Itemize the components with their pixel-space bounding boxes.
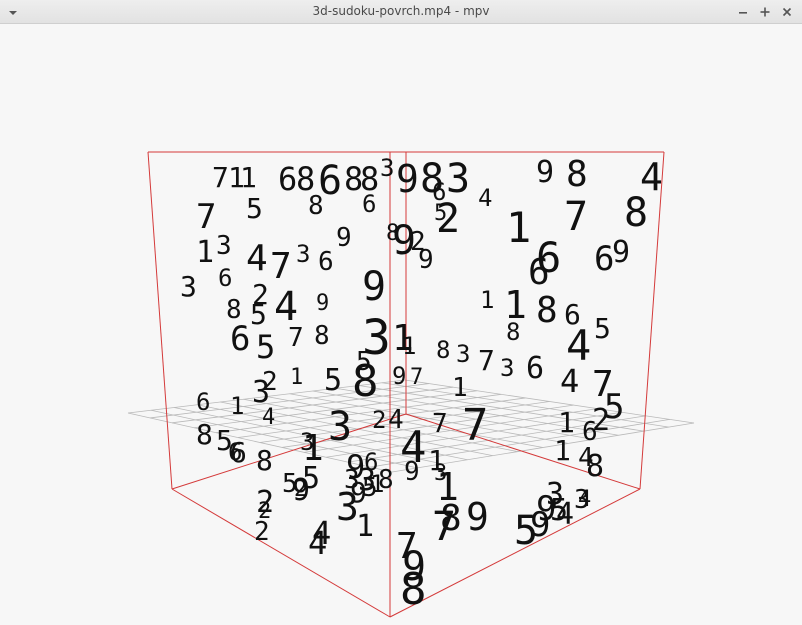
sudoku-digit: 8: [536, 290, 558, 331]
sudoku-digit: 3: [300, 428, 314, 456]
sudoku-digit: 6: [230, 319, 250, 359]
sudoku-digit: 3: [296, 240, 310, 268]
window-titlebar: 3d-sudoku-povrch.mp4 - mpv: [0, 0, 802, 24]
sudoku-digit: 5: [246, 192, 263, 225]
sudoku-digit: 4: [578, 487, 591, 512]
close-icon[interactable]: [779, 4, 795, 20]
sudoku-digit: 8: [256, 444, 273, 477]
sudoku-digit: 2: [294, 477, 307, 502]
sudoku-digit: 8: [436, 336, 450, 364]
sudoku-digit: 2: [254, 517, 270, 547]
sudoku-digit: 1: [506, 203, 531, 252]
cube-frame-edge: [147, 151, 173, 490]
sudoku-digit: 8: [506, 318, 520, 346]
sudoku-digit: 1: [554, 434, 571, 467]
sudoku-digit: 7: [432, 409, 448, 439]
sudoku-digit: 6: [526, 351, 544, 386]
sudoku-digit: 2: [436, 196, 460, 242]
sudoku-digit: 4: [560, 362, 579, 400]
sudoku-digit: 6: [278, 160, 297, 198]
sudoku-digit: 1: [402, 332, 416, 360]
sudoku-digit: 9: [418, 245, 434, 275]
sudoku-digit: 3: [328, 404, 352, 450]
sudoku-digit: 4: [578, 443, 594, 473]
sudoku-digit: 9: [466, 495, 489, 539]
sudoku-digit: 8: [352, 356, 379, 407]
sudoku-digit: 3: [456, 340, 470, 368]
sudoku-digit: 1: [452, 373, 468, 403]
sudoku-digit: 1: [196, 235, 214, 270]
sudoku-digit: 6: [228, 438, 242, 466]
sudoku-digit: 4: [478, 184, 492, 212]
sudoku-digit: 8: [624, 190, 648, 236]
sudoku-digit: 6: [196, 388, 210, 416]
sudoku-digit: 7: [462, 400, 489, 451]
sudoku-digit: 8: [196, 418, 213, 451]
sudoku-digit: 5: [594, 312, 611, 345]
sudoku-digit: 6: [528, 252, 550, 293]
sudoku-digit: 1: [480, 286, 494, 314]
sudoku-digit: 9: [362, 264, 386, 310]
sudoku-digit: 9: [404, 457, 420, 487]
window-title: 3d-sudoku-povrch.mp4 - mpv: [312, 4, 490, 18]
sudoku-digit: 7: [288, 323, 304, 353]
sudoku-digit: 4: [308, 524, 327, 562]
sudoku-digit: 7: [478, 344, 495, 377]
sudoku-digit: 3: [216, 231, 232, 261]
sudoku-digit: 9: [612, 235, 630, 270]
sudoku-digit: 9: [392, 362, 406, 390]
sudoku-digit: 5: [324, 363, 342, 398]
sudoku-digit: 8: [400, 564, 427, 615]
sudoku-digit: 7: [196, 197, 216, 237]
sudoku-digit: 1: [240, 161, 257, 194]
sudoku-digit: 1: [230, 392, 244, 420]
sudoku-digit: 9: [536, 489, 556, 529]
sudoku-digit: 5: [250, 298, 267, 331]
video-viewport[interactable]: 7116868839839847586652417898929613473666…: [0, 24, 802, 625]
sudoku-digit: 9: [536, 155, 554, 190]
sudoku-cube-scene: 7 11 68 6 88 3 9 8 3 9 8 47 5 8 6 652 41 7 89 8929 61 3 4 7 3 6 6 6…: [127, 151, 695, 618]
sudoku-digit: 3: [180, 270, 197, 303]
sudoku-digit: 4: [556, 497, 574, 532]
sudoku-digit: 3: [500, 354, 514, 382]
sudoku-digit: 5: [256, 328, 275, 366]
sudoku-digit: 8: [314, 321, 330, 351]
sudoku-digit: 4: [262, 405, 275, 430]
sudoku-digit: 6: [362, 190, 376, 218]
sudoku-digit: 9: [316, 291, 329, 316]
sudoku-digit: 6: [218, 264, 232, 292]
sudoku-digit: 1: [356, 509, 374, 544]
sudoku-digit: 8: [378, 465, 394, 495]
sudoku-digit: 1: [290, 365, 303, 390]
sudoku-digit: 7: [270, 246, 292, 287]
sudoku-digit: 7: [410, 365, 423, 390]
sudoku-digit: 9: [396, 157, 419, 201]
minimize-icon[interactable]: [735, 4, 751, 20]
sudoku-digit: 2: [372, 406, 386, 434]
sudoku-digit: 7: [432, 504, 456, 550]
sudoku-digit: 8: [566, 154, 588, 195]
sudoku-digit: 8: [308, 191, 324, 221]
sudoku-digit: 7: [212, 161, 229, 194]
sudoku-digit: 4: [246, 238, 268, 279]
sudoku-digit: 6: [318, 247, 334, 277]
sudoku-digit: 3: [380, 154, 394, 182]
sudoku-digit: 7: [564, 194, 588, 240]
sudoku-digit: 5: [362, 473, 378, 503]
sudoku-digit: 9: [336, 223, 352, 253]
maximize-icon[interactable]: [757, 4, 773, 20]
